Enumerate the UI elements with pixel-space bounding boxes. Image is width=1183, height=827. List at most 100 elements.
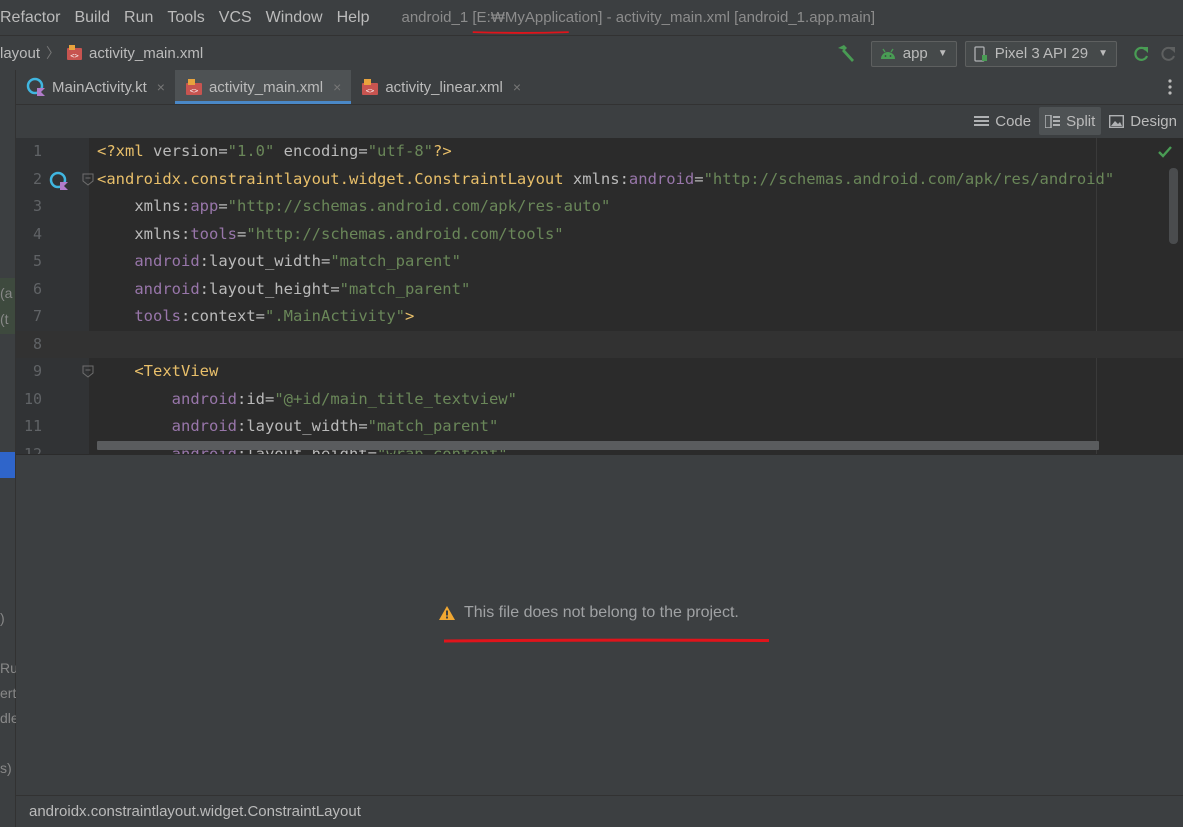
code-line[interactable]: 6 android:layout_height="match_parent" [16,276,1183,304]
code-line[interactable]: 4 xmlns:tools="http://schemas.android.co… [16,221,1183,249]
split-mode-button[interactable]: Split [1039,107,1102,135]
status-breadcrumb[interactable]: androidx.constraintlayout.widget.Constra… [29,803,361,820]
chevron-down-icon: ▼ [937,48,948,59]
code-token: version [153,142,219,160]
code-line[interactable]: 1 <?xml version="1.0" encoding="utf-8"?> [16,138,1183,166]
tab-activity-main-xml[interactable]: <> activity_main.xml × [174,70,352,104]
line-number: 5 [32,252,42,270]
design-mode-button[interactable]: Design [1103,107,1183,135]
horizontal-scrollbar[interactable] [97,441,1099,450]
rerun-icon[interactable] [1131,44,1151,64]
code-token: "1.0" [227,142,275,160]
code-token: android [97,279,200,298]
editor-tabs: MainActivity.kt × <> activity_main.xml ×… [16,70,1183,105]
close-icon[interactable]: × [157,79,165,95]
line-number: 8 [32,334,42,353]
tab-mainactivity-kt[interactable]: MainActivity.kt × [16,70,175,104]
menu-build[interactable]: Build [67,9,117,27]
window-title-path-text: [E:₩MyApplication] [472,9,603,26]
menu-window[interactable]: Window [259,9,330,27]
menu-refactor[interactable]: Refactor [0,9,67,27]
code-token: = [264,389,275,408]
code-text: <TextView [97,358,218,386]
svg-text:<>: <> [70,52,78,60]
code-line[interactable]: 3 xmlns:app="http://schemas.android.com/… [16,193,1183,221]
kotlin-activity-icon[interactable] [49,171,69,191]
code-text: xmlns:app="http://schemas.android.com/ap… [97,193,610,221]
menu-tools[interactable]: Tools [160,9,211,27]
more-options-icon[interactable] [1167,78,1173,96]
code-line[interactable]: 5 android:layout_width="match_parent" [16,248,1183,276]
tab-label: activity_linear.xml [385,78,503,96]
code-line[interactable]: 9 <TextView [16,358,1183,386]
code-line[interactable]: 11 android:layout_width="match_parent" [16,413,1183,441]
code-text: <androidx.constraintlayout.widget.Constr… [97,166,1114,194]
code-token: = [694,169,704,188]
code-token: tools [97,307,181,325]
code-text: android:layout_width="match_parent" [97,248,461,276]
kotlin-activity-icon [26,77,45,96]
code-token: :id [236,389,265,408]
xml-file-icon: <> [67,45,83,60]
menu-bar: Refactor Build Run Tools VCS Window Help… [0,0,1183,35]
code-token: xmlns: [97,197,191,215]
hammer-icon[interactable] [835,43,857,65]
code-line[interactable]: 7 tools:context=".MainActivity"> [16,303,1183,331]
code-token: "match_parent" [330,252,461,270]
chevron-down-icon: ▼ [1098,48,1108,59]
code-token: "@+id/main_title_textview" [274,389,517,408]
device-select[interactable]: Pixel 3 API 29 ▼ [964,40,1117,67]
code-token: tools [190,224,237,243]
code-token: = [255,307,265,325]
code-token: "match_parent" [339,279,471,298]
code-line[interactable]: 2 <androidx.constraintlayout.widget.Const… [16,166,1183,194]
code-token: android [97,252,200,270]
status-bar: androidx.constraintlayout.widget.Constra… [16,795,1183,827]
fold-marker-icon[interactable] [82,365,94,378]
code-token: = [358,142,368,160]
code-editor[interactable]: 1 <?xml version="1.0" encoding="utf-8"?> 2… [16,138,1183,454]
code-token: <?xml [97,142,153,160]
close-icon[interactable]: × [513,79,521,95]
code-text: xmlns:tools="http://schemas.android.com/… [97,221,563,249]
code-token: = [218,142,228,160]
fold-marker-icon[interactable] [82,173,94,186]
vertical-scrollbar[interactable] [1169,168,1178,244]
code-mode-button[interactable]: Code [968,107,1037,135]
window-title-rest: - activity_main.xml [android_1.app.main] [606,9,876,26]
left-strip-fragment: dle [0,710,16,726]
menu-help[interactable]: Help [330,9,377,27]
red-annotation-underline [443,638,770,643]
menu-run[interactable]: Run [117,9,160,27]
run-config-label: app [902,45,928,62]
warning-message: This file does not belong to the project… [438,604,739,622]
close-icon[interactable]: × [333,79,341,95]
line-number: 12 [23,444,42,455]
window-title-project: android_1 [401,9,469,26]
design-mode-label: Design [1130,112,1177,130]
code-token: xmlns: [97,224,191,243]
line-number: 6 [32,279,42,298]
tab-activity-linear-xml[interactable]: <> activity_linear.xml × [351,70,531,104]
code-token: encoding [274,142,359,160]
code-line[interactable]: 8 [16,330,1183,358]
code-text: <?xml version="1.0" encoding="utf-8"?> [97,138,452,166]
menu-vcs[interactable]: VCS [212,9,259,27]
left-strip-fragment: ) [0,610,5,626]
code-mode-label: Code [995,112,1032,130]
xml-file-icon: <> [362,78,379,95]
code-token: :layout_width [199,252,321,270]
phone-icon [974,45,987,62]
run-toolbar: app ▼ Pixel 3 API 29 ▼ [835,36,1183,71]
stop-icon[interactable] [1159,44,1179,64]
code-line[interactable]: 10 android:id="@+id/main_title_textview" [16,386,1183,414]
red-annotation-underline [473,31,570,34]
breadcrumb-file[interactable]: activity_main.xml [89,45,203,62]
breadcrumb-layout[interactable]: layout [0,45,40,62]
run-config-select[interactable]: app ▼ [870,40,957,67]
line-number: 7 [32,307,42,325]
design-preview-pane: This file does not belong to the project… [16,454,1183,795]
split-mode-label: Split [1066,112,1096,130]
left-strip-fragment: (a [0,285,13,301]
code-token: ?> [433,142,452,160]
